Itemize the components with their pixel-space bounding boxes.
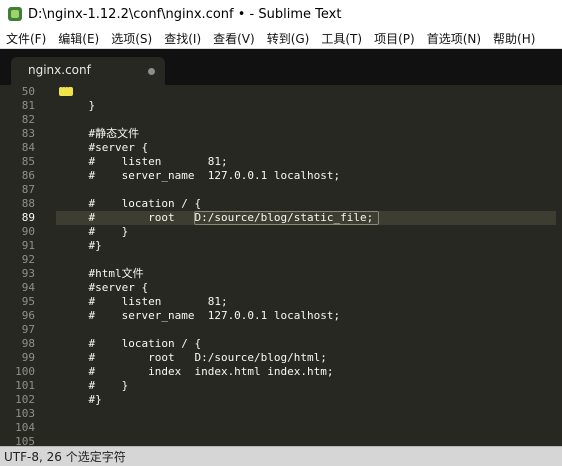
code-line[interactable]: #server { [62, 281, 148, 295]
line-number: 101 [15, 379, 35, 392]
status-text: UTF-8, 26 个选定字符 [4, 450, 126, 464]
line-number: 102 [15, 393, 35, 406]
line-number: 90 [21, 225, 35, 238]
code-line[interactable]: # location / { [62, 337, 201, 351]
code-line[interactable]: #} [62, 239, 101, 253]
menu-find[interactable]: 查找(I) [158, 30, 207, 47]
code-line[interactable]: #} [62, 393, 101, 407]
menu-selection[interactable]: 选项(S) [105, 30, 158, 47]
line-number: 82 [21, 113, 35, 126]
code-line[interactable]: # index index.html index.htm; [62, 365, 333, 379]
menu-view[interactable]: 查看(V) [207, 30, 261, 47]
code-line[interactable]: # } [62, 225, 128, 239]
line-number: 94 [21, 281, 35, 294]
line-number: 105 [15, 435, 35, 446]
code-area[interactable]: } #静态文件 #server { # listen 81; # server_… [56, 85, 562, 446]
tab-label: nginx.conf [28, 63, 91, 77]
code-line[interactable]: # server_name 127.0.0.1 localhost; [62, 309, 340, 323]
line-number: 104 [15, 421, 35, 434]
menu-file[interactable]: 文件(F) [0, 30, 52, 47]
title-bar: D:\nginx-1.12.2\conf\nginx.conf • - Subl… [0, 0, 562, 28]
line-number: 93 [21, 267, 35, 280]
menu-goto[interactable]: 转到(G) [261, 30, 316, 47]
code-line[interactable]: #html文件 [62, 267, 143, 281]
text-selection [194, 211, 379, 225]
code-editor[interactable]: 50 81 82 83 84 85 86 87 88 89 90 91 92 93 94 95 96 97 98 99… [0, 85, 562, 446]
line-number: 98 [21, 337, 35, 350]
window-title: D:\nginx-1.12.2\conf\nginx.conf • - Subl… [28, 6, 342, 22]
line-number: 99 [21, 351, 35, 364]
line-number: 84 [21, 141, 35, 154]
line-number: 86 [21, 169, 35, 182]
unsaved-dot-icon[interactable] [148, 68, 155, 75]
line-number: 100 [15, 365, 35, 378]
line-number: 88 [21, 197, 35, 210]
line-number: 103 [15, 407, 35, 420]
tab-strip: nginx.conf [0, 49, 562, 85]
line-number: 97 [21, 323, 35, 336]
code-line[interactable]: # location / { [62, 197, 201, 211]
line-number: 91 [21, 239, 35, 252]
line-number: 95 [21, 295, 35, 308]
line-number: 96 [21, 309, 35, 322]
code-line[interactable]: # } [62, 379, 128, 393]
sublime-app-icon [8, 7, 22, 21]
vertical-scrollbar[interactable] [556, 85, 562, 446]
code-line[interactable]: } [62, 99, 95, 113]
code-line[interactable]: # root D:/source/blog/html; [62, 351, 326, 365]
menu-tools[interactable]: 工具(T) [315, 30, 368, 47]
code-line[interactable]: #server { [62, 141, 148, 155]
menu-project[interactable]: 项目(P) [368, 30, 421, 47]
code-line[interactable]: # listen 81; [62, 155, 227, 169]
tab-nginx-conf[interactable]: nginx.conf [11, 57, 165, 85]
line-number: 87 [21, 183, 35, 196]
folded-code-marker-icon[interactable] [59, 85, 73, 96]
line-number: 50 [21, 85, 35, 98]
line-number: 81 [21, 99, 35, 112]
code-line[interactable]: # server_name 127.0.0.1 localhost; [62, 169, 340, 183]
line-number: 92 [21, 253, 35, 266]
status-bar: UTF-8, 26 个选定字符 [0, 446, 562, 466]
code-line[interactable]: #静态文件 [62, 127, 139, 141]
menu-edit[interactable]: 编辑(E) [52, 30, 105, 47]
code-line[interactable]: # listen 81; [62, 295, 227, 309]
line-number-gutter: 50 81 82 83 84 85 86 87 88 89 90 91 92 93 94 95 96 97 98 99… [0, 85, 56, 446]
line-number: 89 [21, 211, 35, 224]
line-number: 85 [21, 155, 35, 168]
menu-bar: 文件(F) 编辑(E) 选项(S) 查找(I) 查看(V) 转到(G) 工具(T… [0, 28, 562, 49]
menu-preferences[interactable]: 首选项(N) [421, 30, 487, 47]
line-number: 83 [21, 127, 35, 140]
menu-help[interactable]: 帮助(H) [487, 30, 541, 47]
